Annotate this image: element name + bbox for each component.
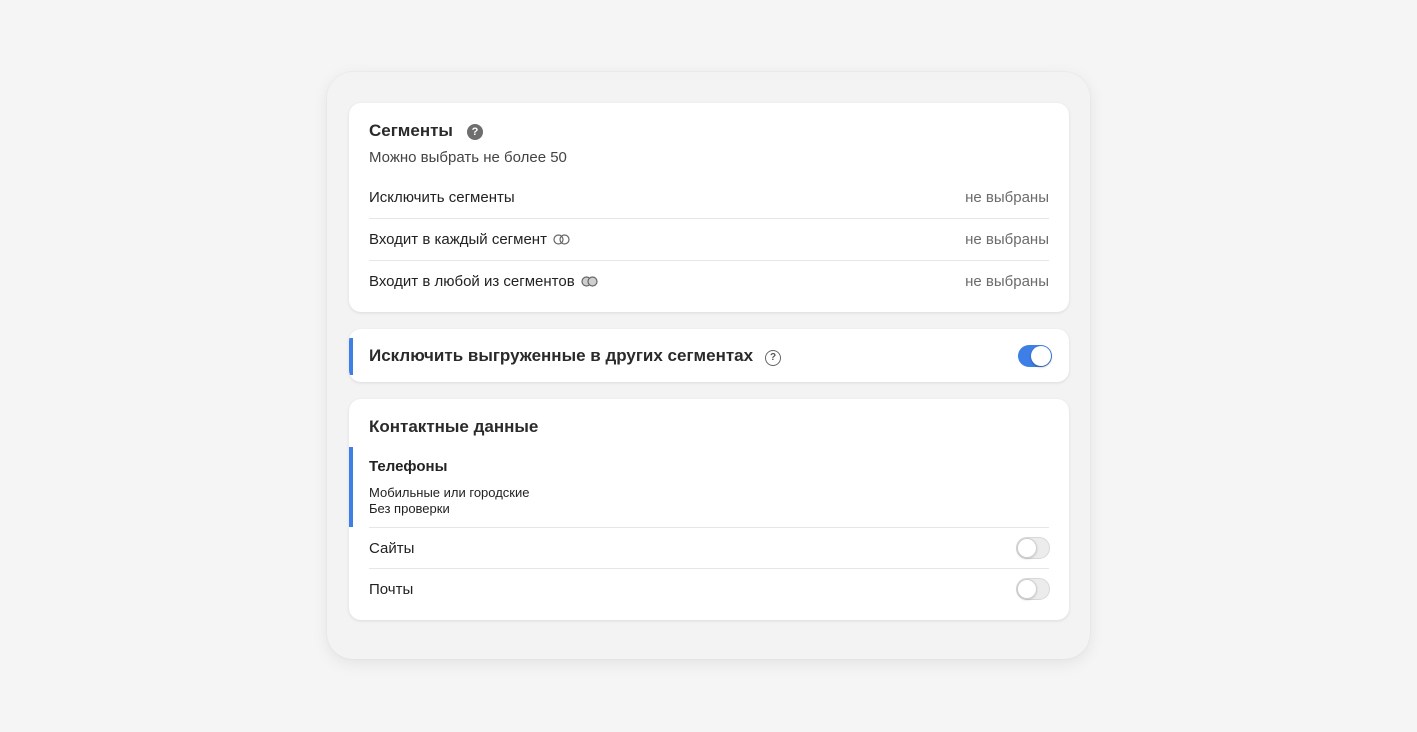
sites-row: Сайты	[369, 528, 1049, 569]
any-segment-label-wrap: Входит в любой из сегментов	[369, 273, 598, 290]
toggle-knob	[1031, 346, 1051, 366]
segments-card: Сегменты? Можно выбрать не более 50 Искл…	[349, 103, 1069, 312]
exclude-exported-label: Исключить выгруженные в других сегментах	[369, 346, 754, 365]
emails-row: Почты	[369, 569, 1049, 610]
contacts-card: Контактные данные Телефоны Мобильные или…	[349, 399, 1069, 620]
union-rings-icon	[581, 276, 598, 287]
segments-limit-hint: Можно выбрать не более 50	[369, 149, 567, 166]
each-segment-value: не выбраны	[965, 231, 1049, 248]
active-indicator	[349, 338, 353, 375]
exclude-exported-toggle[interactable]	[1018, 345, 1052, 367]
emails-toggle[interactable]	[1016, 578, 1050, 600]
exclude-segments-row[interactable]: Исключить сегменты не выбраны	[369, 177, 1049, 218]
active-indicator	[349, 447, 353, 527]
exclude-exported-label-wrap: Исключить выгруженные в других сегментах…	[369, 346, 782, 366]
segments-title-wrap: Сегменты?	[369, 121, 483, 141]
any-segment-value: не выбраны	[965, 273, 1049, 290]
segments-title: Сегменты	[369, 121, 453, 140]
phones-title[interactable]: Телефоны	[369, 458, 447, 475]
each-segment-row[interactable]: Входит в каждый сегмент не выбраны	[369, 219, 1049, 260]
phones-verification: Без проверки	[369, 501, 450, 516]
each-segment-label-wrap: Входит в каждый сегмент	[369, 231, 570, 248]
toggle-knob	[1017, 579, 1037, 599]
exclude-segments-value: не выбраны	[965, 189, 1049, 206]
sites-label: Сайты	[369, 540, 415, 557]
help-icon[interactable]: ?	[765, 350, 782, 366]
each-segment-label: Входит в каждый сегмент	[369, 231, 547, 248]
phones-type: Мобильные или городские	[369, 485, 530, 500]
exclude-exported-card: Исключить выгруженные в других сегментах…	[349, 329, 1069, 382]
help-icon[interactable]: ?	[466, 124, 483, 140]
exclude-segments-label: Исключить сегменты	[369, 189, 515, 206]
settings-panel: Сегменты? Можно выбрать не более 50 Искл…	[327, 72, 1090, 659]
intersect-rings-icon	[553, 234, 570, 245]
emails-label: Почты	[369, 581, 414, 598]
toggle-knob	[1017, 538, 1037, 558]
sites-toggle[interactable]	[1016, 537, 1050, 559]
any-segment-label: Входит в любой из сегментов	[369, 273, 575, 290]
contacts-title: Контактные данные	[369, 417, 539, 436]
any-segment-row[interactable]: Входит в любой из сегментов не выбраны	[369, 261, 1049, 302]
